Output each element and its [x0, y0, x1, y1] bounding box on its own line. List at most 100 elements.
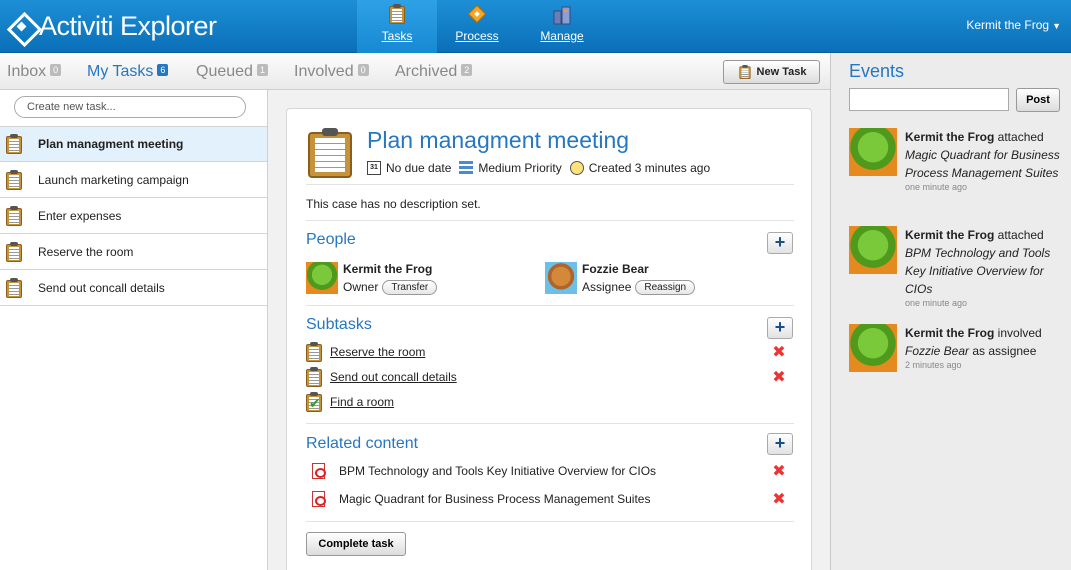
event-object[interactable]: Fozzie Bear	[905, 344, 969, 358]
event-verb: attached	[994, 130, 1044, 144]
count-badge: 0	[50, 64, 62, 76]
add-related-content-button[interactable]: +	[767, 433, 793, 455]
task-list-item[interactable]: Launch marketing campaign	[0, 162, 267, 198]
avatar	[849, 226, 897, 274]
create-task-input[interactable]	[14, 96, 246, 118]
tab-archived[interactable]: Archived 2	[395, 63, 473, 81]
add-person-button[interactable]: +	[767, 232, 793, 254]
task-icon	[6, 205, 22, 226]
task-meta: 31 No due date Medium Priority Created 3…	[367, 161, 710, 175]
event-suffix: as assignee	[969, 344, 1037, 358]
user-name: Kermit the Frog	[966, 18, 1050, 32]
calendar-icon: 31	[367, 161, 381, 175]
task-list-item-label: Launch marketing campaign	[38, 172, 189, 187]
event-verb: attached	[994, 228, 1044, 242]
tab-my-tasks[interactable]: My Tasks 6	[87, 63, 169, 81]
nav-tasks[interactable]: Tasks	[357, 0, 437, 53]
event-actor[interactable]: Kermit the Frog	[905, 326, 994, 340]
app-logo[interactable]: Activiti Explorer	[8, 10, 217, 42]
clock-icon	[569, 161, 584, 175]
events-title: Events	[849, 61, 905, 81]
event-object[interactable]: BPM Technology and Tools Key Initiative …	[905, 246, 1050, 296]
plus-icon: +	[774, 317, 786, 337]
person-name: Fozzie Bear	[582, 262, 649, 276]
avatar	[849, 324, 897, 372]
tab-label: Involved	[294, 63, 354, 80]
tab-label: Queued	[196, 63, 253, 80]
new-task-button[interactable]: New Task	[723, 60, 820, 84]
tab-involved[interactable]: Involved 0	[294, 63, 369, 81]
user-menu[interactable]: Kermit the Frog ▼	[966, 18, 1061, 32]
event-time: one minute ago	[905, 182, 968, 192]
header-bar: Activiti Explorer Tasks Process Manage K…	[0, 0, 1071, 53]
event-item: Kermit the Frog attached Magic Quadrant …	[849, 128, 1064, 193]
post-button[interactable]: Post	[1016, 88, 1060, 112]
event-actor[interactable]: Kermit the Frog	[905, 228, 994, 242]
nav-manage-label: Manage	[540, 29, 584, 43]
task-title[interactable]: Plan managment meeting	[367, 127, 629, 154]
event-comment-input[interactable]	[849, 88, 1009, 111]
person-role: Owner	[343, 280, 379, 294]
complete-task-button[interactable]: Complete task	[306, 532, 406, 556]
divider	[0, 126, 267, 127]
task-list-item-label: Enter expenses	[38, 208, 122, 223]
delete-icon[interactable]: ✖	[771, 345, 787, 361]
person-owner: Kermit the Frog Owner Transfer	[306, 262, 438, 295]
app-title: Activiti Explorer	[39, 10, 217, 41]
task-icon	[6, 277, 22, 298]
event-verb: involved	[994, 326, 1042, 340]
count-badge: 1	[256, 64, 268, 76]
task-tabbar: Inbox 0 My Tasks 6 Queued 1 Involved 0 Archi…	[0, 53, 830, 90]
divider	[306, 184, 794, 185]
people-title: People	[306, 231, 356, 248]
plus-icon: +	[774, 232, 786, 252]
divider	[306, 220, 794, 221]
transfer-button[interactable]: Transfer	[382, 280, 438, 295]
tasks-icon	[386, 4, 408, 26]
delete-icon[interactable]: ✖	[771, 492, 787, 508]
person-assignee: Fozzie Bear Assignee Reassign	[545, 262, 696, 295]
events-panel: Events Post Kermit the Frog attached Mag…	[830, 53, 1071, 570]
reassign-button[interactable]: Reassign	[635, 280, 696, 295]
related-item[interactable]: Magic Quadrant for Business Process Mana…	[312, 491, 650, 507]
subtask-link[interactable]: Send out concall details	[330, 370, 457, 384]
task-list-item-label: Reserve the room	[38, 244, 134, 259]
priority[interactable]: Medium Priority	[478, 161, 561, 175]
created-time: Created 3 minutes ago	[588, 161, 711, 175]
delete-icon[interactable]: ✖	[771, 464, 787, 480]
related-item[interactable]: BPM Technology and Tools Key Initiative …	[312, 463, 656, 479]
task-description[interactable]: This case has no description set.	[306, 197, 481, 211]
task-list-item[interactable]: Reserve the room	[0, 234, 267, 270]
count-badge: 2	[461, 64, 473, 76]
tab-inbox[interactable]: Inbox 0	[7, 63, 62, 81]
event-object[interactable]: Magic Quadrant for Business Process Mana…	[905, 148, 1060, 180]
task-list-item[interactable]: Plan managment meeting	[0, 126, 267, 162]
manage-icon	[551, 4, 573, 26]
nav-manage[interactable]: Manage	[522, 0, 602, 53]
related-item-label: Magic Quadrant for Business Process Mana…	[339, 492, 651, 506]
task-list-item[interactable]: Enter expenses	[0, 198, 267, 234]
event-item: Kermit the Frog attached BPM Technology …	[849, 226, 1064, 309]
priority-icon	[459, 161, 474, 175]
event-item: Kermit the Frog involved Fozzie Bear as …	[849, 324, 1064, 372]
subtask-link[interactable]: Find a room	[330, 395, 394, 409]
nav-process[interactable]: Process	[437, 0, 517, 53]
avatar	[545, 262, 577, 294]
count-badge: 0	[357, 64, 369, 76]
tab-label: My Tasks	[87, 63, 154, 80]
pdf-icon	[312, 463, 326, 479]
event-actor[interactable]: Kermit the Frog	[905, 130, 994, 144]
delete-icon[interactable]: ✖	[771, 370, 787, 386]
task-icon	[6, 133, 22, 154]
due-date[interactable]: No due date	[386, 161, 451, 175]
subtask-link[interactable]: Reserve the room	[330, 345, 425, 359]
divider	[306, 305, 794, 306]
task-list-item[interactable]: Send out concall details	[0, 270, 267, 306]
add-subtask-button[interactable]: +	[767, 317, 793, 339]
task-icon	[6, 169, 22, 190]
new-task-label: New Task	[756, 66, 807, 78]
event-time: 2 minutes ago	[905, 360, 962, 370]
tab-queued[interactable]: Queued 1	[196, 63, 268, 81]
event-time: one minute ago	[905, 298, 968, 308]
task-list-item-label: Plan managment meeting	[38, 136, 184, 151]
